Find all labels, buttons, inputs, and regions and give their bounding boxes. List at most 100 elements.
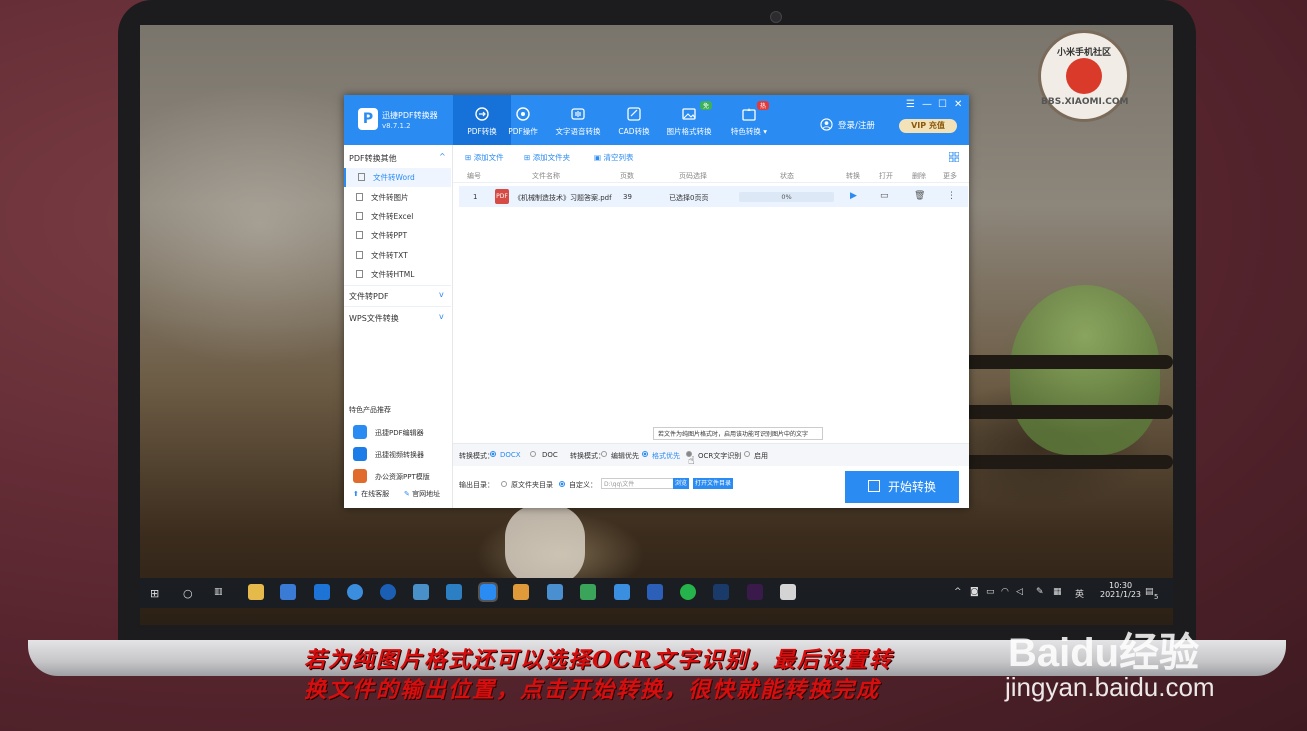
official-site-link[interactable]: ✎ 官网地址 bbox=[404, 489, 440, 499]
col-convert: 转换 bbox=[846, 172, 860, 180]
row-page-select[interactable]: 已选择0页页 bbox=[669, 193, 708, 203]
pdf-operate-icon bbox=[516, 107, 530, 121]
edge-icon[interactable] bbox=[314, 584, 330, 600]
recommend-title: 特色产品推荐 bbox=[349, 406, 391, 414]
keyboard-icon[interactable]: ▦ bbox=[1053, 587, 1062, 597]
enable-label[interactable]: 启用 bbox=[754, 451, 768, 461]
battery-icon[interactable]: ▭ bbox=[986, 587, 995, 597]
table-row[interactable]: 1 PDF 《机械制造技术》习题答案.pdf 39 已选择0页页 0% ▶ ▭ … bbox=[459, 186, 968, 207]
nav-feature-convert[interactable]: 特色转换 ▾ 热 bbox=[720, 95, 778, 145]
sidebar-item-to-word[interactable]: 文件转Word bbox=[344, 168, 451, 187]
nav-image-convert[interactable]: 图片格式转换 免 bbox=[660, 95, 718, 145]
sidebar-item-to-image[interactable]: 文件转图片 bbox=[344, 188, 451, 207]
format-first-label[interactable]: 格式优先 bbox=[652, 451, 680, 461]
ocr-label[interactable]: OCR文字识别 bbox=[698, 451, 741, 461]
notification-icon[interactable]: ▤ bbox=[1145, 587, 1154, 597]
radio-original-folder[interactable] bbox=[501, 481, 507, 487]
sidebar-item-to-html[interactable]: 文件转HTML bbox=[344, 265, 451, 284]
add-folder-button[interactable]: ⊞ 添加文件夹 bbox=[524, 152, 570, 163]
recommend-ppt-templates[interactable]: 办公资源PPT模版 bbox=[344, 467, 451, 487]
sidebar-section-to-pdf[interactable]: 文件转PDF bbox=[349, 291, 389, 302]
home-icon: ✎ bbox=[404, 490, 410, 498]
convert-play-icon[interactable]: ▶ bbox=[850, 191, 857, 201]
word-icon[interactable] bbox=[647, 584, 663, 600]
output-path-input[interactable]: D:\qq\文件 bbox=[601, 478, 681, 489]
maximize-icon[interactable]: ☐ bbox=[938, 99, 947, 110]
open-folder-icon[interactable]: ▭ bbox=[880, 191, 889, 201]
kugou-icon[interactable] bbox=[380, 584, 396, 600]
recommend-video-converter[interactable]: 迅捷视频转换器 bbox=[344, 445, 451, 465]
recommend-pdf-editor[interactable]: 迅捷PDF编辑器 bbox=[344, 423, 451, 443]
app-icon[interactable] bbox=[780, 584, 796, 600]
docx-label[interactable]: DOCX bbox=[500, 451, 521, 459]
close-icon[interactable]: ✕ bbox=[954, 99, 962, 110]
menu-icon[interactable]: ☰ bbox=[906, 99, 915, 110]
add-file-button[interactable]: ⊞ 添加文件 bbox=[465, 152, 504, 163]
baidu-jingyan-watermark: Baidu经验 bbox=[1008, 631, 1200, 675]
wallpaper-rail bbox=[960, 455, 1173, 469]
more-icon[interactable]: ⋮ bbox=[947, 191, 956, 201]
tray-icon[interactable]: ◙ bbox=[970, 587, 979, 597]
app-icon[interactable] bbox=[547, 584, 563, 600]
app-icon[interactable] bbox=[446, 584, 462, 600]
mitu-logo-icon bbox=[1066, 58, 1102, 94]
clock[interactable]: 10:30 2021/1/23 bbox=[1100, 581, 1141, 599]
app-icon[interactable] bbox=[513, 584, 529, 600]
radio-edit-first[interactable] bbox=[601, 451, 607, 457]
wallpaper-mitu-figure-small bbox=[505, 505, 585, 585]
radio-docx[interactable] bbox=[490, 451, 496, 457]
delete-icon[interactable]: 🗑 bbox=[914, 191, 925, 201]
open-folder-button[interactable]: 打开文件目录 bbox=[693, 478, 734, 489]
nav-cad-convert[interactable]: CAD转换 bbox=[605, 95, 663, 145]
browser-icon[interactable] bbox=[347, 584, 363, 600]
pen-icon[interactable]: ✎ bbox=[1036, 587, 1044, 597]
original-folder-label[interactable]: 原文件夹目录 bbox=[511, 480, 553, 490]
doc-label[interactable]: DOC bbox=[542, 451, 558, 459]
grid-view-icon[interactable] bbox=[949, 152, 959, 162]
start-convert-button[interactable]: 开始转换 bbox=[845, 471, 959, 503]
sidebar-item-to-txt[interactable]: 文件转TXT bbox=[344, 246, 451, 265]
volume-icon[interactable]: ◁ bbox=[1016, 587, 1023, 597]
chevron-down-icon[interactable]: v bbox=[439, 312, 444, 321]
radio-custom-folder[interactable] bbox=[559, 481, 565, 487]
windows-start-icon[interactable]: ⊞ bbox=[150, 587, 159, 600]
row-index: 1 bbox=[473, 193, 478, 201]
sidebar-item-to-excel[interactable]: 文件转Excel bbox=[344, 207, 451, 226]
premiere-icon[interactable] bbox=[747, 584, 763, 600]
file-explorer-icon[interactable] bbox=[248, 584, 264, 600]
wifi-icon[interactable]: ◠ bbox=[1001, 587, 1009, 597]
pdf-converter-taskbar-icon[interactable] bbox=[478, 582, 498, 602]
app-icon[interactable] bbox=[580, 584, 596, 600]
chevron-down-icon[interactable]: v bbox=[439, 290, 444, 299]
sidebar-item-to-ppt[interactable]: 文件转PPT bbox=[344, 226, 451, 245]
edit-first-label[interactable]: 编辑优先 bbox=[611, 451, 639, 461]
chevron-up-icon[interactable]: ^ bbox=[954, 587, 962, 597]
xiaomi-community-badge: 小米手机社区 BBS.XIAOMI.COM bbox=[1038, 30, 1130, 122]
task-view-icon[interactable]: ▥ bbox=[214, 587, 223, 597]
custom-folder-label[interactable]: 自定义： bbox=[569, 480, 597, 490]
app-icon[interactable] bbox=[614, 584, 630, 600]
minimize-icon[interactable]: — bbox=[922, 99, 932, 110]
nav-pdf-operate[interactable]: PDF操作 bbox=[494, 95, 552, 145]
add-file-label: 添加文件 bbox=[473, 153, 504, 162]
radio-doc[interactable] bbox=[530, 451, 536, 457]
radio-format-first[interactable] bbox=[642, 451, 648, 457]
ime-indicator[interactable]: 英 bbox=[1075, 587, 1084, 600]
store-icon[interactable] bbox=[280, 584, 296, 600]
cortana-icon[interactable]: ○ bbox=[183, 587, 193, 600]
browse-button[interactable]: 浏览 bbox=[673, 478, 690, 489]
folder-plus-icon: ⊞ bbox=[524, 153, 531, 162]
chevron-up-icon[interactable]: ^ bbox=[439, 152, 446, 161]
login-link[interactable]: 登录/注册 bbox=[838, 119, 875, 131]
vip-recharge-button[interactable]: VIP 充值 bbox=[899, 119, 957, 133]
user-icon[interactable] bbox=[820, 118, 833, 131]
app-icon[interactable] bbox=[413, 584, 429, 600]
radio-enable[interactable] bbox=[744, 451, 750, 457]
online-service-link[interactable]: ⬆ 在线客服 bbox=[353, 489, 389, 499]
wechat-icon[interactable] bbox=[680, 584, 696, 600]
sidebar-section-wps[interactable]: WPS文件转换 bbox=[349, 313, 399, 324]
photoshop-icon[interactable] bbox=[713, 584, 729, 600]
nav-voice-convert[interactable]: 文字语音转换 bbox=[549, 95, 607, 145]
sidebar-section-pdf-to-other[interactable]: PDF转换其他 bbox=[349, 153, 397, 164]
clear-list-button[interactable]: ▣ 清空列表 bbox=[594, 152, 633, 163]
